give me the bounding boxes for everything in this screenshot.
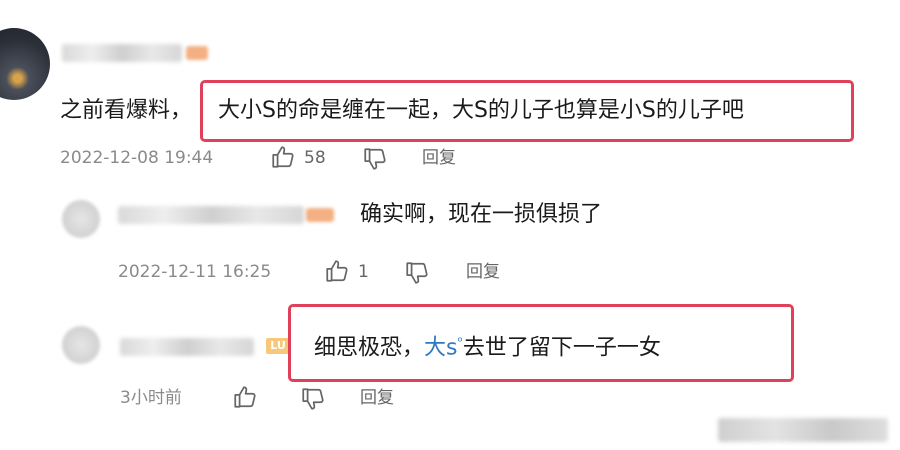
reply-text-after: 去世了留下一子一女 — [462, 335, 661, 361]
reply-button[interactable]: 回复 — [466, 260, 500, 284]
user-badge-blurred — [186, 46, 208, 60]
thumbs-up-icon[interactable] — [270, 144, 296, 170]
thumbs-down-icon[interactable] — [300, 386, 326, 412]
username-blurred[interactable] — [120, 338, 254, 356]
comment-prefix: 之前看爆料， — [60, 98, 193, 123]
reply-timestamp: 3小时前 — [120, 388, 182, 408]
thumbs-up-icon[interactable] — [324, 258, 350, 284]
like-count: 1 — [358, 262, 369, 282]
level-badge: LU — [266, 338, 290, 354]
reply-button[interactable]: 回复 — [360, 386, 394, 410]
username-blurred[interactable] — [62, 44, 182, 62]
user-badge-blurred — [306, 208, 334, 222]
reply-button[interactable]: 回复 — [422, 146, 456, 170]
avatar[interactable] — [62, 326, 100, 364]
like-count: 58 — [304, 148, 326, 168]
reply-text: 细思极恐，大sᵒ去世了留下一子一女 — [314, 328, 661, 363]
thumbs-down-icon[interactable] — [362, 146, 388, 172]
mention-link[interactable]: 大s — [424, 335, 457, 360]
username-blurred[interactable] — [118, 206, 304, 224]
thumbs-down-icon[interactable] — [404, 260, 430, 286]
comment-highlighted-text: 大小S的命是缠在一起，大S的儿子也算是小S的儿子吧 — [218, 98, 744, 123]
watermark-blurred — [718, 418, 888, 442]
avatar[interactable] — [62, 200, 100, 238]
reply-text-before: 细思极恐， — [314, 335, 425, 361]
comment-timestamp: 2022-12-08 19:44 — [60, 148, 214, 168]
reply-timestamp: 2022-12-11 16:25 — [118, 262, 272, 282]
thumbs-up-icon[interactable] — [232, 384, 258, 410]
avatar[interactable] — [0, 28, 50, 100]
reply-text: 确实啊，现在一损俱损了 — [360, 202, 603, 227]
